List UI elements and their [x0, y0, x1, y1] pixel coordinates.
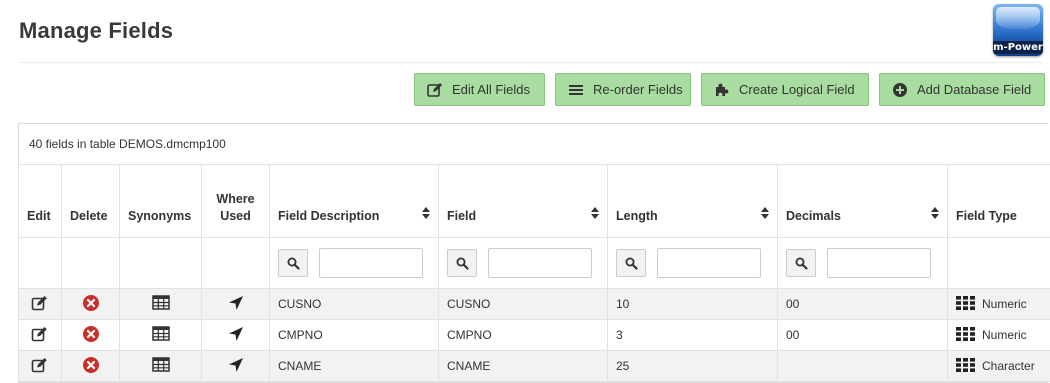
cell-decimals: 00 [778, 289, 948, 320]
col-header-where-used: Where Used [202, 165, 270, 238]
cell-decimals: 00 [778, 320, 948, 351]
plus-circle-icon [892, 82, 908, 98]
field-label: Field [447, 209, 476, 223]
col-header-delete: Delete [62, 165, 120, 238]
synonyms-table-icon[interactable] [152, 326, 170, 344]
decimals-label: Decimals [786, 209, 841, 223]
edit-all-fields-button[interactable]: Edit All Fields [414, 73, 545, 106]
sort-icon[interactable] [761, 207, 769, 219]
search-icon [287, 257, 300, 270]
search-button[interactable] [278, 249, 308, 277]
search-button[interactable] [447, 249, 477, 277]
create-logical-field-button[interactable]: Create Logical Field [701, 73, 869, 106]
col-header-edit: Edit [19, 165, 62, 238]
add-database-field-label: Add Database Field [917, 82, 1031, 97]
location-arrow-icon[interactable] [228, 357, 244, 376]
puzzle-icon [714, 82, 730, 98]
grid-icon [956, 358, 975, 375]
list-icon [568, 82, 584, 98]
sort-icon[interactable] [591, 207, 599, 219]
cell-field-description: CUSNO [270, 289, 439, 320]
where-used-line2: Used [220, 209, 251, 223]
search-button[interactable] [786, 249, 816, 277]
logo-text: m-Power [993, 41, 1043, 54]
reorder-fields-button[interactable]: Re-order Fields [555, 73, 691, 106]
sort-icon[interactable] [931, 207, 939, 219]
add-database-field-button[interactable]: Add Database Field [879, 73, 1045, 106]
field-description-filter-input[interactable] [319, 248, 423, 278]
where-used-line1: Where [216, 192, 254, 206]
cell-field: CMPNO [439, 320, 608, 351]
table-row: CUSNO CUSNO 10 00 Numeric [19, 289, 1050, 320]
m-power-logo: m-Power [993, 4, 1043, 56]
page-title: Manage Fields [19, 18, 173, 44]
cell-field: CUSNO [439, 289, 608, 320]
col-header-length[interactable]: Length [608, 165, 778, 238]
fields-table: Edit Delete Synonyms Where Used Field De… [18, 164, 1050, 382]
delete-icon[interactable] [82, 294, 100, 315]
col-header-decimals[interactable]: Decimals [778, 165, 948, 238]
col-header-field-type: Field Type [948, 165, 1050, 238]
field-filter-input[interactable] [488, 248, 592, 278]
create-logical-field-label: Create Logical Field [739, 82, 855, 97]
location-arrow-icon[interactable] [228, 326, 244, 345]
table-row: CNAME CNAME 25 Character [19, 351, 1050, 382]
synonyms-table-icon[interactable] [152, 295, 170, 313]
search-icon [625, 257, 638, 270]
edit-all-fields-label: Edit All Fields [452, 82, 530, 97]
filter-row [19, 238, 1050, 289]
col-header-field[interactable]: Field [439, 165, 608, 238]
edit-icon [427, 82, 443, 98]
cell-field-type: Numeric [982, 297, 1027, 311]
cell-field-description: CMPNO [270, 320, 439, 351]
title-divider [19, 62, 1042, 63]
sort-icon[interactable] [422, 207, 430, 219]
edit-icon[interactable] [31, 357, 49, 376]
cell-length: 25 [608, 351, 778, 382]
search-icon [795, 257, 808, 270]
edit-icon[interactable] [31, 295, 49, 314]
table-row: CMPNO CMPNO 3 00 Numeric [19, 320, 1050, 351]
fields-count-caption: 40 fields in table DEMOS.dmcmp100 [29, 137, 226, 151]
reorder-fields-label: Re-order Fields [593, 82, 683, 97]
delete-icon[interactable] [82, 325, 100, 346]
cell-field-type: Character [982, 359, 1035, 373]
cell-field-description: CNAME [270, 351, 439, 382]
grid-icon [956, 327, 975, 344]
location-arrow-icon[interactable] [228, 295, 244, 314]
edit-icon[interactable] [31, 326, 49, 345]
search-icon [456, 257, 469, 270]
decimals-filter-input[interactable] [827, 248, 931, 278]
search-button[interactable] [616, 249, 646, 277]
cell-decimals [778, 351, 948, 382]
cell-length: 3 [608, 320, 778, 351]
cell-field-type: Numeric [982, 328, 1027, 342]
synonyms-table-icon[interactable] [152, 357, 170, 375]
length-label: Length [616, 209, 658, 223]
col-header-field-description[interactable]: Field Description [270, 165, 439, 238]
fields-panel: 40 fields in table DEMOS.dmcmp100 Edit D… [18, 123, 1048, 383]
cell-field: CNAME [439, 351, 608, 382]
col-header-synonyms: Synonyms [120, 165, 202, 238]
length-filter-input[interactable] [657, 248, 761, 278]
cell-length: 10 [608, 289, 778, 320]
grid-icon [956, 296, 975, 313]
field-description-label: Field Description [278, 209, 379, 223]
delete-icon[interactable] [82, 356, 100, 377]
header-row: Edit Delete Synonyms Where Used Field De… [19, 165, 1050, 238]
